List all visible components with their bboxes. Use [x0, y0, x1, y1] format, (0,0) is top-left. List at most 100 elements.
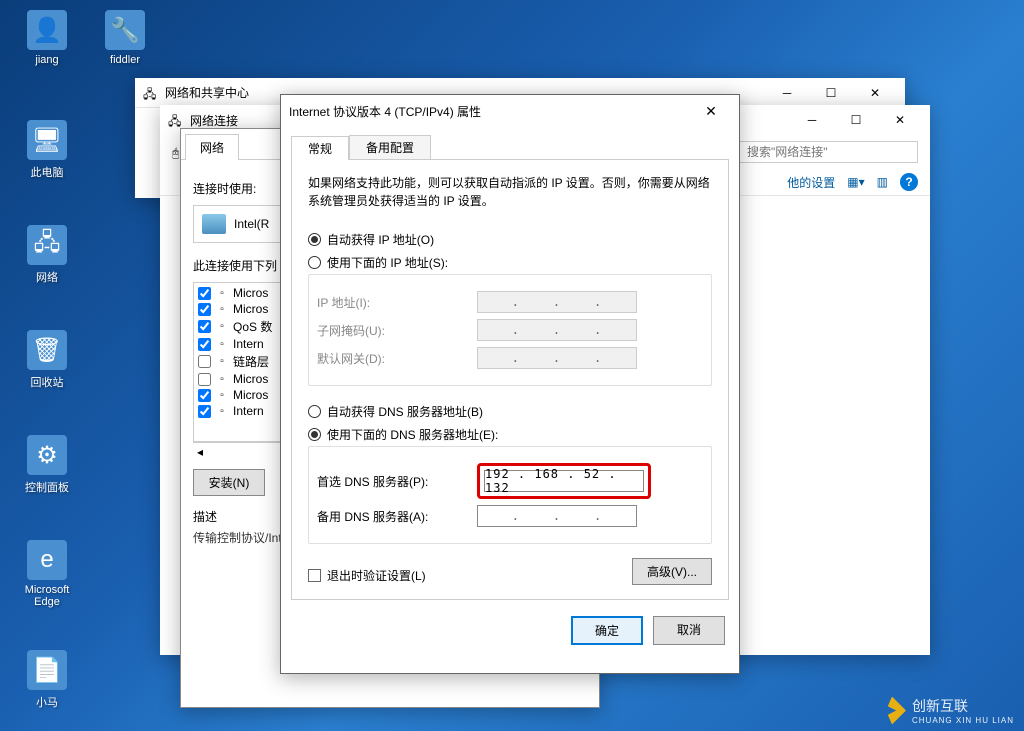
desktop-icon[interactable]: e Microsoft Edge — [12, 540, 82, 608]
general-panel: 如果网络支持此功能，则可以获取自动指派的 IP 设置。否则，你需要从网络系统管理… — [291, 159, 729, 600]
close-button[interactable]: ✕ — [691, 103, 731, 120]
desktop-icon[interactable]: 🔧 fiddler — [90, 10, 160, 66]
app-icon: 🖥 — [27, 120, 67, 160]
checkbox[interactable] — [198, 338, 211, 351]
details-icon[interactable]: ▥ — [877, 175, 888, 189]
adapter-name: Intel(R — [234, 217, 269, 231]
label-dns2: 备用 DNS 服务器(A): — [317, 508, 477, 525]
network-icon: 🖧 — [168, 112, 184, 128]
app-icon: 🔧 — [105, 10, 145, 50]
install-button[interactable]: 安装(N) — [193, 469, 265, 496]
adapter-icon — [202, 214, 226, 234]
window-tcpip-properties: Internet 协议版本 4 (TCP/IPv4) 属性 ✕ 常规 备用配置 … — [280, 94, 740, 674]
tab-alternate[interactable]: 备用配置 — [349, 135, 431, 159]
desktop-icon[interactable]: 🖥 此电脑 — [12, 120, 82, 180]
app-icon: e — [27, 540, 67, 580]
component-label: Intern — [233, 404, 264, 418]
component-icon: ▫ — [215, 320, 229, 334]
checkbox[interactable] — [198, 287, 211, 300]
input-gateway: . . . — [477, 347, 637, 369]
icon-label: fiddler — [90, 54, 160, 66]
icon-label: Microsoft Edge — [12, 584, 82, 608]
checkbox-icon — [308, 569, 321, 582]
component-label: Intern — [233, 337, 264, 351]
radio-icon — [308, 405, 321, 418]
component-label: 链路层 — [233, 353, 269, 370]
label-ip: IP 地址(I): — [317, 294, 477, 311]
component-icon: ▫ — [215, 302, 229, 316]
cancel-button[interactable]: 取消 — [653, 616, 725, 645]
close-button[interactable]: ✕ — [878, 105, 922, 135]
app-icon: 📄 — [27, 650, 67, 690]
checkbox[interactable] — [198, 303, 211, 316]
radio-manual-ip[interactable]: 使用下面的 IP 地址(S): — [308, 251, 712, 274]
search-input[interactable] — [738, 141, 918, 163]
titlebar[interactable]: Internet 协议版本 4 (TCP/IPv4) 属性 ✕ — [281, 95, 739, 127]
checkbox[interactable] — [198, 373, 211, 386]
app-icon: ⚙ — [27, 435, 67, 475]
icon-label: 控制面板 — [12, 479, 82, 495]
watermark: 创新互联 CHUANG XIN HU LIAN — [878, 696, 1014, 725]
component-label: QoS 数 — [233, 318, 272, 335]
radio-icon — [308, 233, 321, 246]
checkbox[interactable] — [198, 320, 211, 333]
window-controls: ─ ☐ ✕ — [790, 105, 922, 135]
app-icon: 🖧 — [27, 225, 67, 265]
checkbox[interactable] — [198, 355, 211, 368]
radio-auto-ip[interactable]: 自动获得 IP 地址(O) — [308, 228, 712, 251]
icon-label: 此电脑 — [12, 164, 82, 180]
tab-network[interactable]: 网络 — [185, 134, 239, 160]
icon-label: 网络 — [12, 269, 82, 285]
settings-link[interactable]: 他的设置 — [787, 174, 835, 191]
ip-field-group: IP 地址(I): . . . 子网掩码(U): . . . 默认网关(D): … — [308, 274, 712, 386]
minimize-button[interactable]: ─ — [765, 78, 809, 108]
desktop-icon[interactable]: 🗑 回收站 — [12, 330, 82, 390]
label-dns1: 首选 DNS 服务器(P): — [317, 473, 477, 490]
watermark-subtext: CHUANG XIN HU LIAN — [912, 716, 1014, 725]
watermark-text: 创新互联 — [912, 698, 968, 714]
help-icon[interactable]: ? — [900, 173, 918, 191]
dns1-highlight: 192 . 168 . 52 . 132 — [477, 463, 651, 499]
network-icon: 🖧 — [143, 85, 159, 101]
tab-general[interactable]: 常规 — [291, 136, 349, 160]
desktop-icon[interactable]: 📄 小马 — [12, 650, 82, 710]
checkbox[interactable] — [198, 405, 211, 418]
close-button[interactable]: ✕ — [853, 78, 897, 108]
minimize-button[interactable]: ─ — [790, 105, 834, 135]
icon-label: 小马 — [12, 694, 82, 710]
validate-checkbox[interactable]: 退出时验证设置(L) — [308, 567, 426, 584]
window-title: Internet 协议版本 4 (TCP/IPv4) 属性 — [289, 103, 691, 120]
radio-icon — [308, 428, 321, 441]
app-icon: 🗑 — [27, 330, 67, 370]
desktop-icon[interactable]: 🖧 网络 — [12, 225, 82, 285]
advanced-button[interactable]: 高级(V)... — [632, 558, 712, 585]
component-icon: ▫ — [215, 286, 229, 300]
input-ip: . . . — [477, 291, 637, 313]
app-icon: 👤 — [27, 10, 67, 50]
desktop-icon[interactable]: 👤 jiang — [12, 10, 82, 66]
radio-icon — [308, 256, 321, 269]
icon-label: jiang — [12, 54, 82, 66]
component-label: Micros — [233, 388, 268, 402]
component-icon: ▫ — [215, 388, 229, 402]
radio-manual-dns[interactable]: 使用下面的 DNS 服务器地址(E): — [308, 423, 712, 446]
label-gateway: 默认网关(D): — [317, 350, 477, 367]
component-icon: ▫ — [215, 337, 229, 351]
view-icon[interactable]: ▦▾ — [847, 175, 864, 189]
ok-button[interactable]: 确定 — [571, 616, 643, 645]
desktop-icon[interactable]: ⚙ 控制面板 — [12, 435, 82, 495]
component-label: Micros — [233, 302, 268, 316]
maximize-button[interactable]: ☐ — [809, 78, 853, 108]
checkbox[interactable] — [198, 389, 211, 402]
icon-label: 回收站 — [12, 374, 82, 390]
dns-field-group: 首选 DNS 服务器(P): 192 . 168 . 52 . 132 备用 D… — [308, 446, 712, 544]
input-dns1[interactable]: 192 . 168 . 52 . 132 — [484, 470, 644, 492]
intro-text: 如果网络支持此功能，则可以获取自动指派的 IP 设置。否则，你需要从网络系统管理… — [308, 174, 712, 210]
radio-auto-dns[interactable]: 自动获得 DNS 服务器地址(B) — [308, 400, 712, 423]
maximize-button[interactable]: ☐ — [834, 105, 878, 135]
input-dns2[interactable]: . . . — [477, 505, 637, 527]
watermark-logo-icon — [878, 697, 906, 725]
tabs: 常规 备用配置 — [281, 127, 739, 159]
input-mask: . . . — [477, 319, 637, 341]
component-icon: ▫ — [215, 372, 229, 386]
